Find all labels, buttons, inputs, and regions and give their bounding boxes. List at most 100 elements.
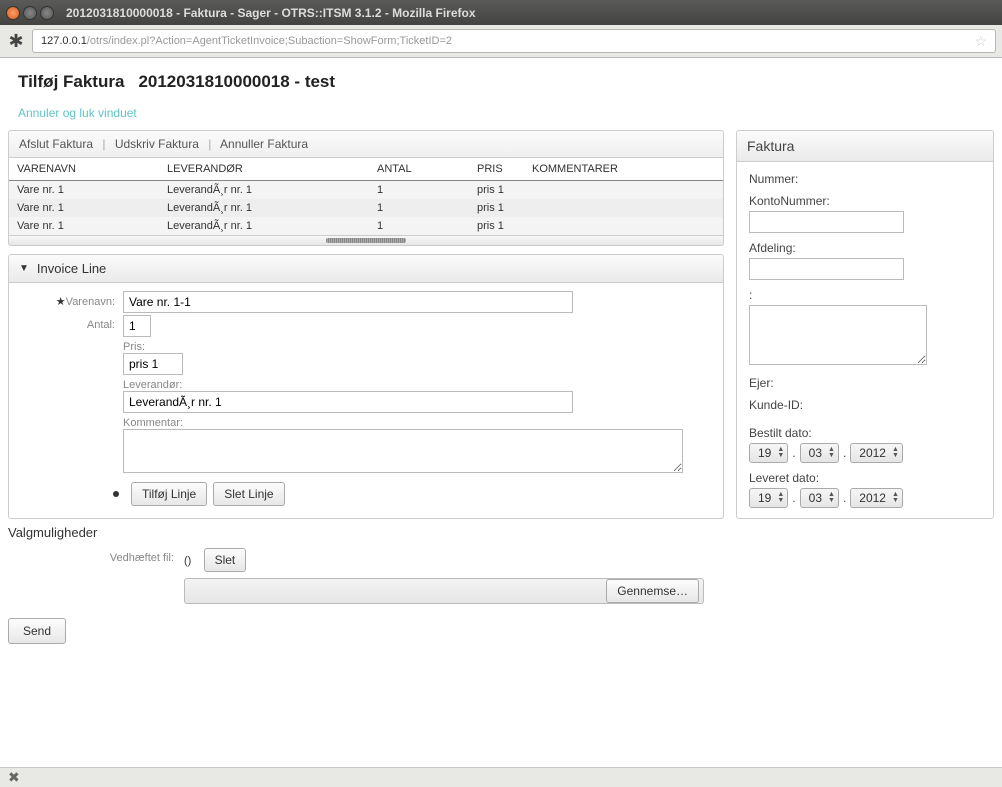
page-title-suffix: 2012031810000018 - test bbox=[138, 72, 335, 91]
window-title: 2012031810000018 - Faktura - Sager - OTR… bbox=[66, 6, 476, 20]
cell-name: Vare nr. 1 bbox=[9, 199, 159, 217]
invoice-line-title: Invoice Line bbox=[37, 261, 106, 276]
cell-supplier: LeverandÃ¸r nr. 1 bbox=[159, 199, 369, 217]
faktura-panel-title: Faktura bbox=[737, 131, 993, 162]
url-bar[interactable]: 127.0.0.1/otrs/index.pl?Action=AgentTick… bbox=[32, 29, 996, 53]
label-antal: Antal: bbox=[21, 315, 123, 476]
pris-input[interactable] bbox=[123, 353, 183, 375]
options-heading: Valgmuligheder bbox=[8, 525, 724, 540]
table-row[interactable]: Vare nr. 1 LeverandÃ¸r nr. 1 1 pris 1 bbox=[9, 217, 723, 235]
line-items-table-wrap: VARENAVN LEVERANDØR ANTAL PRIS KOMMENTAR… bbox=[8, 158, 724, 236]
note-textarea[interactable] bbox=[749, 305, 927, 365]
attachment-value: () bbox=[184, 555, 191, 567]
close-window-button[interactable] bbox=[6, 6, 20, 20]
label-attachment: Vedhæftet fil: bbox=[8, 548, 184, 604]
print-invoice-link[interactable]: Udskriv Faktura bbox=[115, 137, 199, 151]
maximize-window-button[interactable] bbox=[40, 6, 54, 20]
label-pris: Pris: bbox=[123, 341, 683, 353]
bestilt-year-spinner[interactable]: 2012▲▼ bbox=[850, 443, 903, 463]
bestilt-dato-row: 19▲▼ . 03▲▼ . 2012▲▼ bbox=[749, 443, 981, 463]
add-line-button[interactable]: Tilføj Linje bbox=[131, 482, 207, 506]
antal-input[interactable] bbox=[123, 315, 151, 337]
label-kontonummer: KontoNummer: bbox=[749, 194, 981, 208]
table-row[interactable]: Vare nr. 1 LeverandÃ¸r nr. 1 1 pris 1 bbox=[9, 199, 723, 217]
label-leveret-dato: Leveret dato: bbox=[749, 471, 981, 485]
dot: . bbox=[843, 491, 846, 505]
separator: | bbox=[208, 137, 211, 151]
kommentar-textarea[interactable] bbox=[123, 429, 683, 473]
cell-comments bbox=[524, 217, 723, 235]
minimize-window-button[interactable] bbox=[23, 6, 37, 20]
dot: . bbox=[843, 446, 846, 460]
label-kommentar: Kommentar: bbox=[123, 417, 683, 429]
col-comments[interactable]: KOMMENTARER bbox=[524, 158, 723, 181]
window-buttons bbox=[6, 6, 54, 20]
caret-down-icon: ▼ bbox=[19, 263, 29, 274]
leveret-day-spinner[interactable]: 19▲▼ bbox=[749, 488, 788, 508]
browse-button[interactable]: Gennemse… bbox=[606, 579, 699, 603]
cancel-close-link[interactable]: Annuler og luk vinduet bbox=[18, 106, 137, 120]
leveret-month-spinner[interactable]: 03▲▼ bbox=[800, 488, 839, 508]
varenavn-input[interactable] bbox=[123, 291, 573, 313]
bestilt-month-spinner[interactable]: 03▲▼ bbox=[800, 443, 839, 463]
col-supplier[interactable]: LEVERANDØR bbox=[159, 158, 369, 181]
cell-price: pris 1 bbox=[469, 217, 524, 235]
invoice-line-header[interactable]: ▼ Invoice Line bbox=[8, 254, 724, 283]
leverandor-input[interactable] bbox=[123, 391, 573, 413]
bookmark-star-icon[interactable]: ☆ bbox=[974, 33, 987, 50]
dot: . bbox=[792, 446, 795, 460]
cell-comments bbox=[524, 199, 723, 217]
cell-name: Vare nr. 1 bbox=[9, 181, 159, 200]
leveret-dato-row: 19▲▼ . 03▲▼ . 2012▲▼ bbox=[749, 488, 981, 508]
afdeling-input[interactable] bbox=[749, 258, 904, 280]
cancel-invoice-link[interactable]: Annuller Faktura bbox=[220, 137, 308, 151]
page-title: Tilføj Faktura 2012031810000018 - test bbox=[18, 72, 984, 92]
label-kundeid: Kunde-ID: bbox=[749, 398, 981, 412]
page-title-prefix: Tilføj Faktura bbox=[18, 72, 124, 91]
table-row[interactable]: Vare nr. 1 LeverandÃ¸r nr. 1 1 pris 1 bbox=[9, 181, 723, 200]
invoice-line-body: ★Varenavn: Antal: Pris: Leverandør: Komm… bbox=[8, 283, 724, 519]
status-bar: ✖ bbox=[0, 767, 1002, 787]
cell-supplier: LeverandÃ¸r nr. 1 bbox=[159, 181, 369, 200]
cell-name: Vare nr. 1 bbox=[9, 217, 159, 235]
window-titlebar: 2012031810000018 - Faktura - Sager - OTR… bbox=[0, 0, 1002, 25]
cell-qty: 1 bbox=[369, 199, 469, 217]
delete-attachment-button[interactable]: Slet bbox=[204, 548, 247, 572]
finish-invoice-link[interactable]: Afslut Faktura bbox=[19, 137, 93, 151]
url-host: 127.0.0.1 bbox=[41, 35, 87, 47]
url-path: /otrs/index.pl?Action=AgentTicketInvoice… bbox=[87, 35, 452, 47]
action-toolbar: Afslut Faktura | Udskriv Faktura | Annul… bbox=[8, 130, 724, 158]
delete-line-button[interactable]: Slet Linje bbox=[213, 482, 284, 506]
cell-price: pris 1 bbox=[469, 199, 524, 217]
browser-toolbar: ✱ 127.0.0.1/otrs/index.pl?Action=AgentTi… bbox=[0, 25, 1002, 58]
cell-qty: 1 bbox=[369, 181, 469, 200]
cell-comments bbox=[524, 181, 723, 200]
bestilt-day-spinner[interactable]: 19▲▼ bbox=[749, 443, 788, 463]
close-icon[interactable]: ✖ bbox=[8, 769, 20, 786]
label-nummer: Nummer: bbox=[749, 172, 981, 186]
cell-price: pris 1 bbox=[469, 181, 524, 200]
dot: . bbox=[792, 491, 795, 505]
label-varenavn: ★Varenavn: bbox=[21, 291, 123, 313]
splitter-handle[interactable] bbox=[8, 236, 724, 246]
separator: | bbox=[102, 137, 105, 151]
label-bestilt-dato: Bestilt dato: bbox=[749, 426, 981, 440]
label-colon: : bbox=[749, 288, 981, 302]
kontonummer-input[interactable] bbox=[749, 211, 904, 233]
cell-qty: 1 bbox=[369, 217, 469, 235]
cell-supplier: LeverandÃ¸r nr. 1 bbox=[159, 217, 369, 235]
col-price[interactable]: PRIS bbox=[469, 158, 524, 181]
label-leverandor: Leverandør: bbox=[123, 379, 683, 391]
label-afdeling: Afdeling: bbox=[749, 241, 981, 255]
page-header: Tilføj Faktura 2012031810000018 - test An… bbox=[0, 58, 1002, 130]
file-browse-bar[interactable]: Gennemse… bbox=[184, 578, 704, 604]
col-qty[interactable]: ANTAL bbox=[369, 158, 469, 181]
label-ejer: Ejer: bbox=[749, 376, 981, 390]
line-items-table: VARENAVN LEVERANDØR ANTAL PRIS KOMMENTAR… bbox=[9, 158, 723, 235]
leveret-year-spinner[interactable]: 2012▲▼ bbox=[850, 488, 903, 508]
faktura-panel: Faktura Nummer: KontoNummer: Afdeling: :… bbox=[736, 130, 994, 519]
bullet-icon bbox=[113, 491, 119, 497]
otrs-icon: ✱ bbox=[6, 31, 26, 51]
col-name[interactable]: VARENAVN bbox=[9, 158, 159, 181]
send-button[interactable]: Send bbox=[8, 618, 66, 644]
